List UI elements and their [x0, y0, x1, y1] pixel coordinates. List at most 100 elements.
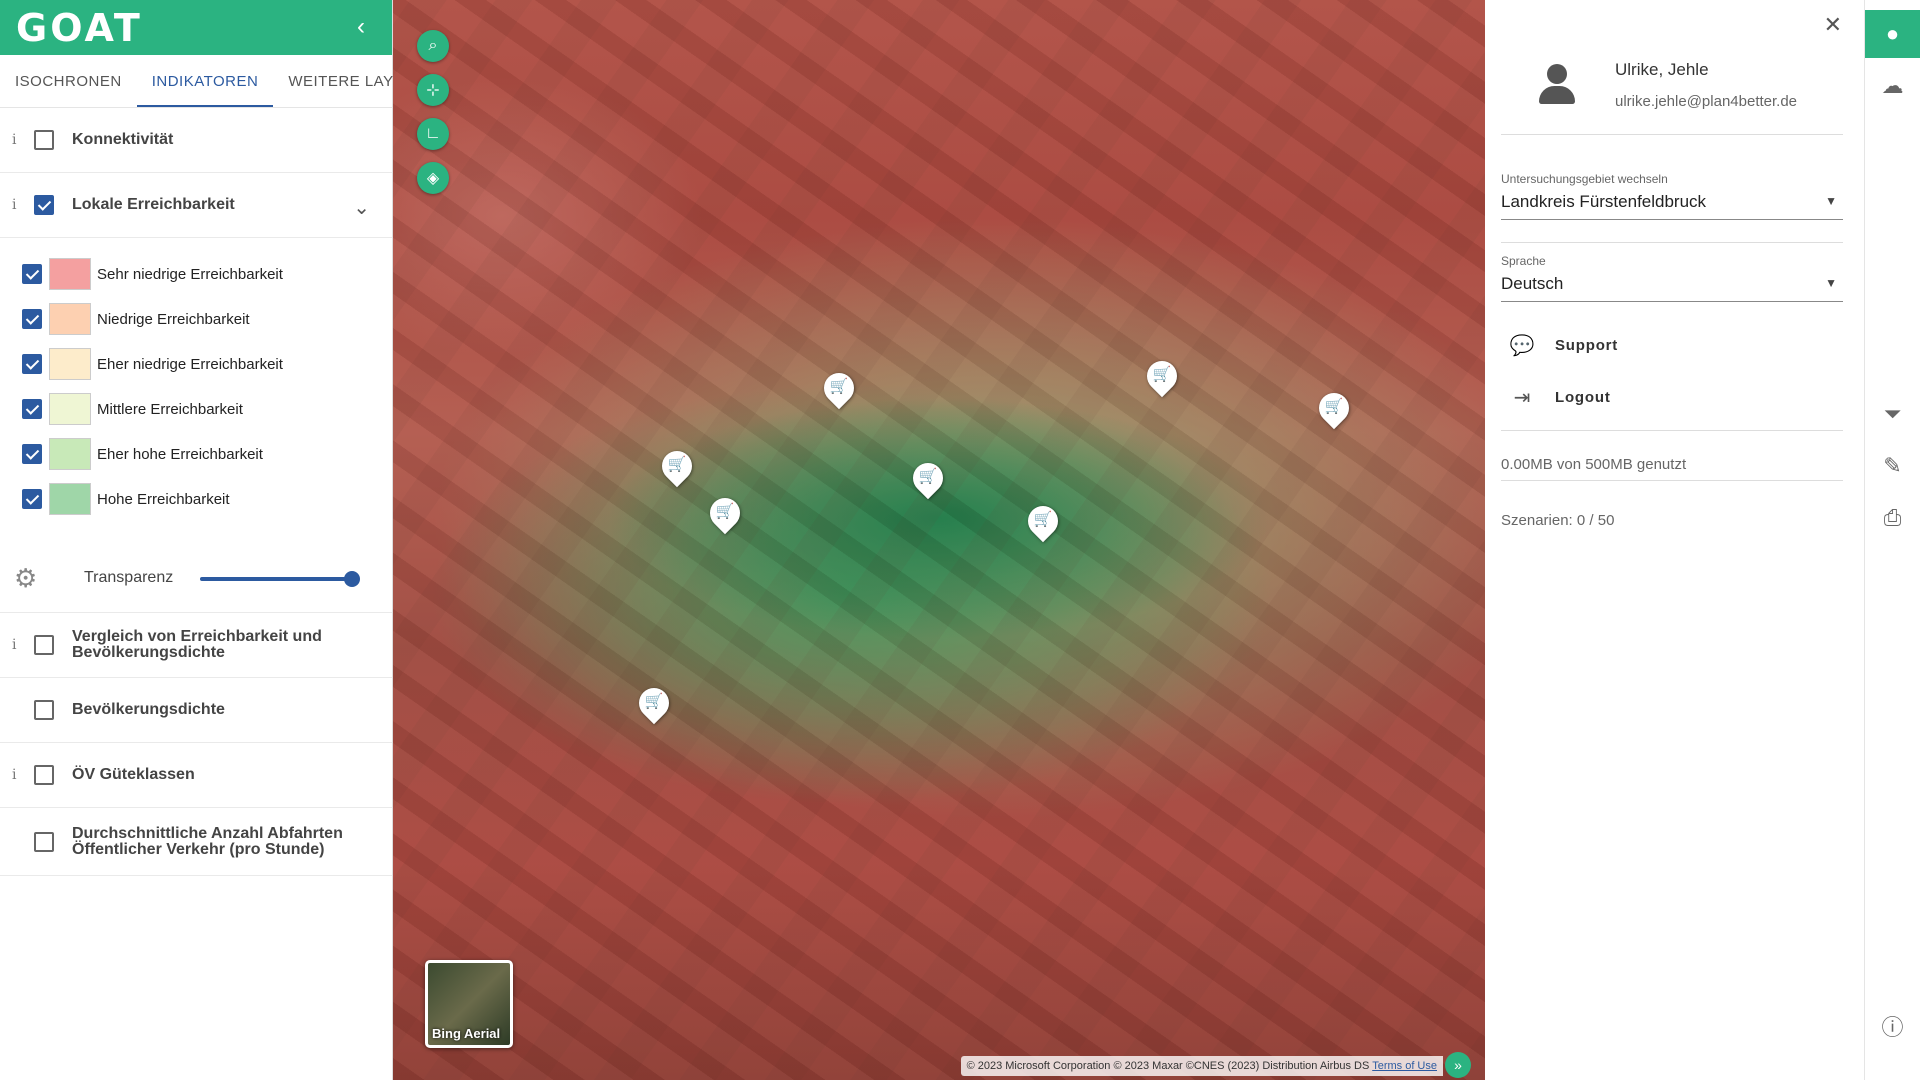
info-icon[interactable]: i	[12, 132, 22, 148]
legend-checkbox[interactable]	[22, 309, 42, 329]
gear-icon[interactable]: ⚙	[14, 563, 37, 594]
account-icon[interactable]: ●	[1865, 10, 1920, 58]
basemap-switcher[interactable]: Bing Aerial	[425, 960, 513, 1048]
cloud-icon[interactable]: ☁	[1865, 62, 1920, 110]
caret-down-icon: ▼	[1825, 276, 1837, 290]
language-select[interactable]: Deutsch ▼	[1501, 272, 1843, 302]
study-area-select[interactable]: Landkreis Fürstenfeldbruck ▼	[1501, 190, 1843, 220]
legend-swatch	[49, 438, 91, 470]
logout-icon: ⇥	[1513, 386, 1531, 409]
info-icon[interactable]: i	[12, 637, 22, 653]
transparency-slider[interactable]	[200, 577, 350, 581]
brand-bar: GOAT ‹	[0, 0, 392, 55]
terms-of-use-link[interactable]: Terms of Use	[1372, 1060, 1437, 1072]
attribution-text: © 2023 Microsoft Corporation © 2023 Maxa…	[966, 1060, 1370, 1072]
study-area-label: Untersuchungsgebiet wechseln	[1501, 172, 1668, 186]
layer-label: Durchschnittliche Anzahl Abfahrten Öffen…	[72, 824, 343, 858]
legend-item: Eher hohe Erreichbarkeit	[22, 438, 263, 470]
legend-swatch	[49, 258, 91, 290]
layers-icon[interactable]: ◈	[417, 162, 449, 194]
layer-label: Konnektivität	[72, 131, 174, 148]
user-name: Ulrike, Jehle	[1615, 60, 1709, 79]
chevron-left-icon[interactable]: ‹	[348, 14, 374, 40]
shopping-cart-icon[interactable]: 🛒	[632, 681, 676, 728]
tab-indikatoren[interactable]: INDIKATOREN	[136, 55, 274, 107]
divider	[1501, 134, 1843, 135]
info-icon[interactable]: i	[12, 767, 22, 783]
avatar	[1537, 64, 1577, 106]
checkbox-bevoelkerungsdichte[interactable]	[34, 700, 54, 720]
legend-item: Hohe Erreichbarkeit	[22, 483, 230, 515]
slider-handle[interactable]	[344, 571, 360, 587]
language-value: Deutsch	[1501, 274, 1564, 293]
shopping-cart-icon[interactable]: 🛒	[906, 456, 950, 503]
layer-abfahrten: Durchschnittliche Anzahl Abfahrten Öffen…	[0, 808, 392, 876]
divider	[1501, 480, 1843, 481]
logout-button[interactable]: ⇥ Logout	[1507, 382, 1611, 412]
basemap-label: Bing Aerial	[432, 1026, 501, 1041]
checkbox-konnektivitaet[interactable]	[34, 130, 54, 150]
legend-checkbox[interactable]	[22, 399, 42, 419]
app-logo: GOAT	[16, 6, 143, 50]
legend-label: Sehr niedrige Erreichbarkeit	[97, 265, 283, 283]
legend: Sehr niedrige Erreichbarkeit Niedrige Er…	[0, 238, 392, 613]
layer-lokale-erreichbarkeit: i Lokale Erreichbarkeit ⌄	[0, 173, 392, 238]
tab-bar: ISOCHRONEN INDIKATOREN WEITERE LAYER	[0, 55, 415, 108]
print-icon[interactable]: ⎙	[1865, 494, 1920, 542]
map-canvas[interactable]: ⌕ ⊹ ∟ ◈ 🛒 🛒 🛒 🛒 🛒 🛒 🛒 🛒 Bing Aerial © 20…	[393, 0, 1485, 1080]
legend-swatch	[49, 393, 91, 425]
shopping-cart-icon[interactable]: 🛒	[703, 491, 747, 538]
storage-usage: 0.00MB von 500MB genutzt	[1501, 456, 1687, 473]
layer-label: ÖV Güteklassen	[72, 766, 195, 783]
logout-label: Logout	[1555, 388, 1611, 406]
aerial-imagery	[393, 0, 1485, 1080]
shopping-cart-icon[interactable]: 🛒	[1021, 499, 1065, 546]
chevron-down-icon[interactable]: ⌄	[353, 195, 370, 220]
layer-vergleich: i Vergleich von Erreichbarkeit und Bevöl…	[0, 613, 392, 678]
shopping-cart-icon[interactable]: 🛒	[1140, 354, 1184, 401]
caret-down-icon: ▼	[1825, 194, 1837, 208]
transparency-control: ⚙ Transparenz	[14, 563, 384, 593]
scenario-count: Szenarien: 0 / 50	[1501, 512, 1615, 529]
legend-label: Eher niedrige Erreichbarkeit	[97, 355, 283, 373]
info-icon[interactable]: ⓘ	[1865, 1002, 1920, 1050]
legend-label: Niedrige Erreichbarkeit	[97, 310, 250, 328]
right-toolbar: ● ☁ ⏷ ✎ ⎙ ⓘ	[1865, 0, 1920, 1080]
layer-label: Vergleich von Erreichbarkeit und Bevölke…	[72, 628, 322, 661]
transparency-label: Transparenz	[84, 569, 174, 586]
support-button[interactable]: 💬 Support	[1507, 330, 1618, 360]
study-area-value: Landkreis Fürstenfeldbruck	[1501, 192, 1707, 211]
info-icon[interactable]: i	[12, 197, 22, 213]
shopping-cart-icon[interactable]: 🛒	[1312, 386, 1356, 433]
legend-checkbox[interactable]	[22, 264, 42, 284]
edit-icon[interactable]: ✎	[1865, 442, 1920, 490]
legend-swatch	[49, 483, 91, 515]
user-panel: ✕ Ulrike, Jehle ulrike.jehle@plan4better…	[1485, 0, 1865, 1080]
filter-icon[interactable]: ⏷	[1865, 390, 1920, 438]
legend-item: Sehr niedrige Erreichbarkeit	[22, 258, 283, 290]
checkbox-lokale-erreichbarkeit[interactable]	[34, 195, 54, 215]
layer-label: Bevölkerungsdichte	[72, 701, 225, 718]
divider	[1501, 430, 1843, 431]
shopping-cart-icon[interactable]: 🛒	[817, 366, 861, 413]
support-label: Support	[1555, 336, 1619, 354]
measure-icon[interactable]: ∟	[417, 118, 449, 150]
legend-checkbox[interactable]	[22, 444, 42, 464]
tab-isochronen[interactable]: ISOCHRONEN	[0, 55, 137, 107]
user-email: ulrike.jehle@plan4better.de	[1615, 93, 1798, 110]
chevron-double-right-icon[interactable]: »	[1445, 1052, 1471, 1078]
legend-item: Mittlere Erreichbarkeit	[22, 393, 243, 425]
chat-question-icon: 💬	[1509, 334, 1535, 357]
fit-extent-icon[interactable]: ⊹	[417, 74, 449, 106]
legend-checkbox[interactable]	[22, 354, 42, 374]
shopping-cart-icon[interactable]: 🛒	[655, 444, 699, 491]
checkbox-oev-gueteklassen[interactable]	[34, 765, 54, 785]
checkbox-abfahrten[interactable]	[34, 831, 54, 852]
search-icon[interactable]: ⌕	[417, 30, 449, 62]
close-icon[interactable]: ✕	[1824, 12, 1842, 38]
legend-checkbox[interactable]	[22, 489, 42, 509]
legend-item: Niedrige Erreichbarkeit	[22, 303, 250, 335]
checkbox-vergleich[interactable]	[34, 635, 54, 655]
language-label: Sprache	[1501, 254, 1546, 268]
legend-label: Hohe Erreichbarkeit	[97, 490, 230, 508]
